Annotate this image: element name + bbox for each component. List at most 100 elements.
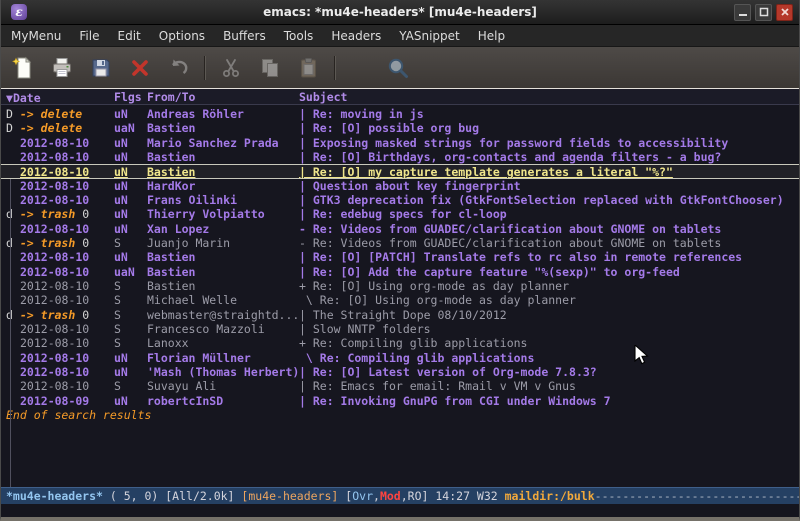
message-flags: S <box>114 279 121 293</box>
undo-button[interactable] <box>165 54 193 82</box>
message-row[interactable]: 2012-08-10SMichael Welle \ Re: [O] Using… <box>1 293 799 307</box>
message-subject: | Re: [O] my capture template generates … <box>299 165 799 179</box>
menu-item-options[interactable]: Options <box>152 27 212 45</box>
menu-item-file[interactable]: File <box>72 27 106 45</box>
menu-item-buffers[interactable]: Buffers <box>216 27 273 45</box>
message-row[interactable]: 2012-08-10SBastien+ Re: [O] Using org-mo… <box>1 279 799 293</box>
modeline-time: 14:27 <box>435 489 477 503</box>
new-file-button[interactable] <box>9 54 37 82</box>
message-row[interactable]: 2012-08-10SSuvayu Ali| Re: Emacs for ema… <box>1 379 799 393</box>
message-flags: uN <box>114 351 128 365</box>
maximize-button[interactable] <box>755 4 772 21</box>
message-flags: uN <box>114 365 128 379</box>
message-date: 2012-08-10 <box>20 179 89 193</box>
message-date: 2012-08-10 <box>20 222 89 236</box>
message-row[interactable]: D -> deleteuNAndreas Röhler| Re: moving … <box>1 107 799 121</box>
message-subject: - Re: Videos from GUADEC/clarification a… <box>299 222 799 236</box>
message-row[interactable]: 2012-08-10uNHardKor| Question about key … <box>1 179 799 193</box>
close-button[interactable] <box>776 4 793 21</box>
message-list: D -> deleteuNAndreas Röhler| Re: moving … <box>1 107 799 422</box>
message-subject: - Re: Videos from GUADEC/clarification a… <box>299 236 799 250</box>
close-buffer-button[interactable] <box>126 54 154 82</box>
message-date: 2012-08-10 <box>20 193 89 207</box>
message-mark: d -> trash 0 <box>6 236 89 250</box>
save-button[interactable] <box>87 54 115 82</box>
message-row[interactable]: 2012-08-10SLanoxx+ Re: Compiling glib ap… <box>1 336 799 350</box>
title-bar[interactable]: ε emacs: *mu4e-headers* [mu4e-headers] <box>1 0 799 25</box>
paste-button[interactable] <box>295 54 323 82</box>
headers-header-line: ▼ Date Flgs From/To Subject <box>1 89 799 105</box>
message-flags: uaN <box>114 121 135 135</box>
message-flags: uN <box>114 250 128 264</box>
menu-item-mymenu[interactable]: MyMenu <box>4 27 68 45</box>
message-flags: S <box>114 322 121 336</box>
menu-item-edit[interactable]: Edit <box>111 27 148 45</box>
message-row[interactable]: d -> trash 0Swebmaster@straightd...| The… <box>1 308 799 322</box>
message-flags: uaN <box>114 265 135 279</box>
message-from: Frans Oilinki <box>147 193 298 207</box>
modeline-position: ( 5, 0) <box>103 489 165 503</box>
modeline-week: W32 <box>477 489 505 503</box>
message-subject: | GTK3 deprecation fix (GtkFontSelection… <box>299 193 799 207</box>
message-mark: D -> delete <box>6 107 82 121</box>
modeline-bracket: [ <box>345 489 352 503</box>
message-subject: | Re: [O] possible org bug <box>299 121 799 135</box>
cut-button[interactable] <box>217 54 245 82</box>
mode-line[interactable]: *mu4e-headers* ( 5, 0) [All/2.0k] [mu4e-… <box>1 487 799 504</box>
message-row[interactable]: 2012-08-10uaNBastien| Re: [O] Add the ca… <box>1 265 799 279</box>
message-row[interactable]: 2012-08-10uNMario Sanchez Prada| Exposin… <box>1 136 799 150</box>
message-subject: | Re: Emacs for email: Rmail v VM v Gnus <box>299 379 799 393</box>
print-button[interactable] <box>48 54 76 82</box>
menu-item-help[interactable]: Help <box>471 27 512 45</box>
message-from: Bastien <box>147 279 298 293</box>
message-row[interactable]: 2012-08-10uNBastien| Re: [O] [PATCH] Tra… <box>1 250 799 264</box>
message-subject: \ Re: [O] Using org-mode as day planner <box>299 293 799 307</box>
message-row[interactable]: 2012-08-10uNBastien| Re: [O] Birthdays, … <box>1 150 799 164</box>
message-row[interactable]: 2012-08-09uNrobertcInSD| Re: Invoking Gn… <box>1 394 799 408</box>
tool-bar <box>1 47 799 89</box>
message-row[interactable]: d -> trash 0 S Juanjo Marin- Re: Videos fr… <box>1 236 799 250</box>
message-row[interactable]: 2012-08-10uN'Mash (Thomas Herbert)| Re: … <box>1 365 799 379</box>
message-row[interactable]: 2012-08-10uNFrans Oilinki| GTK3 deprecat… <box>1 193 799 207</box>
message-row[interactable]: 2012-08-10uNXan Lopez- Re: Videos from G… <box>1 222 799 236</box>
toolbar-separator <box>334 56 336 80</box>
message-subject: + Re: Compiling glib applications <box>299 336 799 350</box>
copy-button[interactable] <box>256 54 284 82</box>
menu-item-yasnippet[interactable]: YASnippet <box>392 27 467 45</box>
maximize-icon <box>759 7 769 17</box>
column-header-flags[interactable]: Flgs <box>114 90 142 104</box>
message-row[interactable]: 2012-08-10uNBastien| Re: [O] my capture … <box>1 164 799 178</box>
echo-area[interactable] <box>1 504 799 517</box>
new-file-icon <box>11 56 35 80</box>
message-from: Juanjo Marin <box>147 236 298 250</box>
message-date: 2012-08-10 <box>20 279 89 293</box>
message-subject: | Re: moving in js <box>299 107 799 121</box>
modeline-readonly-indicator: RO <box>408 489 422 503</box>
column-header-date[interactable]: ▼ Date <box>6 90 13 104</box>
message-row[interactable]: 2012-08-10uNFlorian Müllner \ Re: Compil… <box>1 351 799 365</box>
column-header-from[interactable]: From/To <box>147 90 195 104</box>
search-button[interactable] <box>384 54 412 82</box>
message-row[interactable]: D -> deleteuaNBastien| Re: [O] possible … <box>1 121 799 135</box>
print-icon <box>50 56 74 80</box>
message-mark: d -> trash 0 <box>6 207 89 221</box>
paste-icon <box>297 56 321 80</box>
message-from: Bastien <box>147 165 298 179</box>
message-date: 2012-08-10 <box>20 351 89 365</box>
message-subject: \ Re: Compiling glib applications <box>299 351 799 365</box>
minimize-button[interactable] <box>734 4 751 21</box>
message-row[interactable]: 2012-08-10SFrancesco Mazzoli| Slow NNTP … <box>1 322 799 336</box>
message-flags: S <box>114 236 121 250</box>
headers-buffer: D -> deleteuNAndreas Röhler| Re: moving … <box>1 105 799 487</box>
message-flags: S <box>114 336 121 350</box>
message-flags: uN <box>114 394 128 408</box>
message-mark: d -> trash 0 <box>6 308 89 322</box>
menu-item-tools[interactable]: Tools <box>277 27 321 45</box>
message-flags: S <box>114 293 121 307</box>
message-row[interactable]: d -> trash 0uNThierry Volpiatto| Re: ede… <box>1 207 799 221</box>
message-flags: uN <box>114 107 128 121</box>
column-header-subject[interactable]: Subject <box>299 90 347 104</box>
menu-item-headers[interactable]: Headers <box>324 27 388 45</box>
message-subject: | The Straight Dope 08/10/2012 <box>299 308 799 322</box>
message-subject: | Re: [O] Birthdays, org-contacts and ag… <box>299 150 799 164</box>
